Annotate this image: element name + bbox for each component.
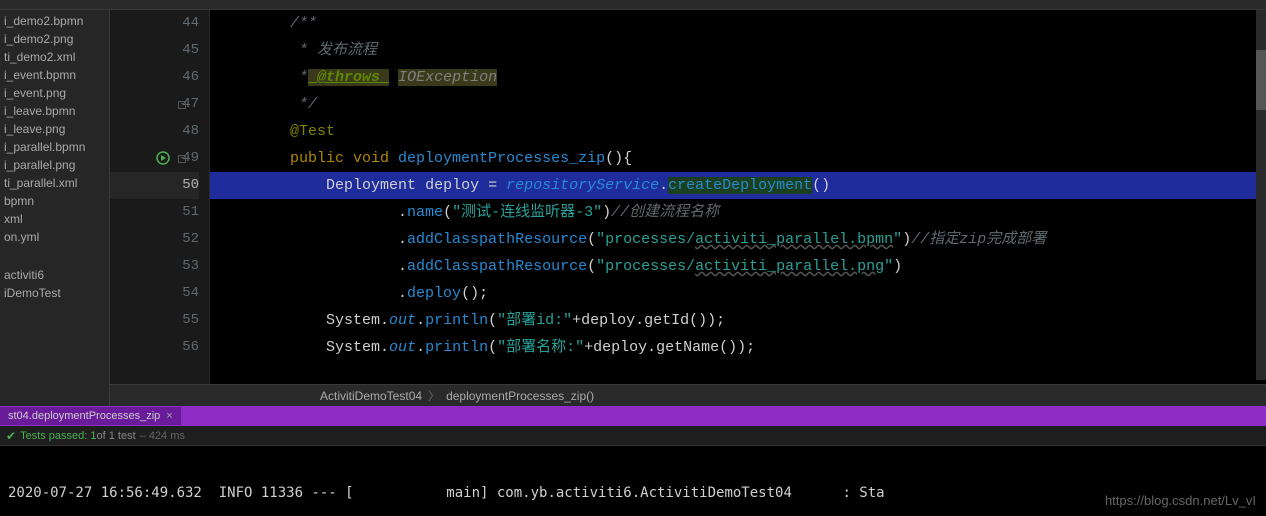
test-duration: – 424 ms <box>140 430 185 442</box>
line-number[interactable]: 55 <box>110 307 199 334</box>
file-item[interactable]: i_leave.png <box>0 120 109 138</box>
file-item[interactable]: activiti6 <box>0 266 109 284</box>
breadcrumb-method[interactable]: deploymentProcesses_zip() <box>446 389 594 403</box>
breadcrumb[interactable]: ActivitiDemoTest04 〉 deploymentProcesses… <box>110 384 1266 406</box>
vertical-scrollbar[interactable] <box>1256 10 1266 380</box>
file-item[interactable]: ti_parallel.xml <box>0 174 109 192</box>
file-item[interactable]: xml <box>0 210 109 228</box>
console-output[interactable]: 2020-07-27 16:56:49.632 INFO 11336 --- [… <box>0 446 1266 516</box>
code-body[interactable]: /** * 发布流程 * @throws IOException */ @Tes… <box>210 10 1266 384</box>
line-number[interactable]: 53 <box>110 253 199 280</box>
breadcrumb-class[interactable]: ActivitiDemoTest04 <box>320 389 422 403</box>
tests-passed-count: Tests passed: 1 <box>20 430 96 442</box>
line-number[interactable]: 48 <box>110 118 199 145</box>
file-item[interactable]: i_demo2.bpmn <box>0 12 109 30</box>
run-config-tab[interactable]: st04.deploymentProcesses_zip × <box>0 407 181 425</box>
line-number[interactable]: 46 <box>110 64 199 91</box>
scrollbar-thumb[interactable] <box>1256 50 1266 110</box>
tests-total: of 1 test <box>97 430 136 442</box>
file-item[interactable]: on.yml <box>0 228 109 246</box>
editor-area: 44 45 46 47 - 48 49 - 50 51 52 <box>110 10 1266 406</box>
line-number[interactable]: 47 - <box>110 91 199 118</box>
file-item[interactable]: i_parallel.bpmn <box>0 138 109 156</box>
console-line: 2020-07-27 16:56:49.632 INFO 11336 --- [… <box>8 482 1258 504</box>
line-number[interactable]: 44 <box>110 10 199 37</box>
test-status-bar: ✔ Tests passed: 1 of 1 test – 424 ms <box>0 426 1266 446</box>
file-item[interactable]: i_event.bpmn <box>0 66 109 84</box>
file-item[interactable]: ti_demo2.xml <box>0 48 109 66</box>
line-number[interactable]: 45 <box>110 37 199 64</box>
file-item[interactable]: iDemoTest <box>0 284 109 302</box>
file-item[interactable]: i_leave.bpmn <box>0 102 109 120</box>
close-icon[interactable]: × <box>166 410 172 422</box>
file-item[interactable]: i_event.png <box>0 84 109 102</box>
fold-icon[interactable]: - <box>178 101 186 109</box>
line-number[interactable]: 49 - <box>110 145 199 172</box>
chevron-right-icon: 〉 <box>428 387 440 404</box>
line-number[interactable]: 52 <box>110 226 199 253</box>
file-item[interactable]: bpmn <box>0 192 109 210</box>
check-icon: ✔ <box>6 429 16 443</box>
line-number-current[interactable]: 50 <box>110 172 199 199</box>
editor-tabs[interactable] <box>0 0 1266 10</box>
line-gutter[interactable]: 44 45 46 47 - 48 49 - 50 51 52 <box>110 10 210 384</box>
project-sidebar: i_demo2.bpmn i_demo2.png ti_demo2.xml i_… <box>0 10 110 406</box>
line-number[interactable]: 51 <box>110 199 199 226</box>
watermark: https://blog.csdn.net/Lv_vI <box>1105 493 1256 508</box>
file-item[interactable]: i_demo2.png <box>0 30 109 48</box>
fold-icon[interactable]: - <box>178 155 186 163</box>
run-test-icon[interactable] <box>156 151 170 165</box>
run-tab-bar: st04.deploymentProcesses_zip × <box>0 406 1266 426</box>
current-line[interactable]: Deployment deploy = repositoryService.cr… <box>210 172 1266 199</box>
line-number[interactable]: 56 <box>110 334 199 361</box>
file-item[interactable]: i_parallel.png <box>0 156 109 174</box>
line-number[interactable]: 54 <box>110 280 199 307</box>
